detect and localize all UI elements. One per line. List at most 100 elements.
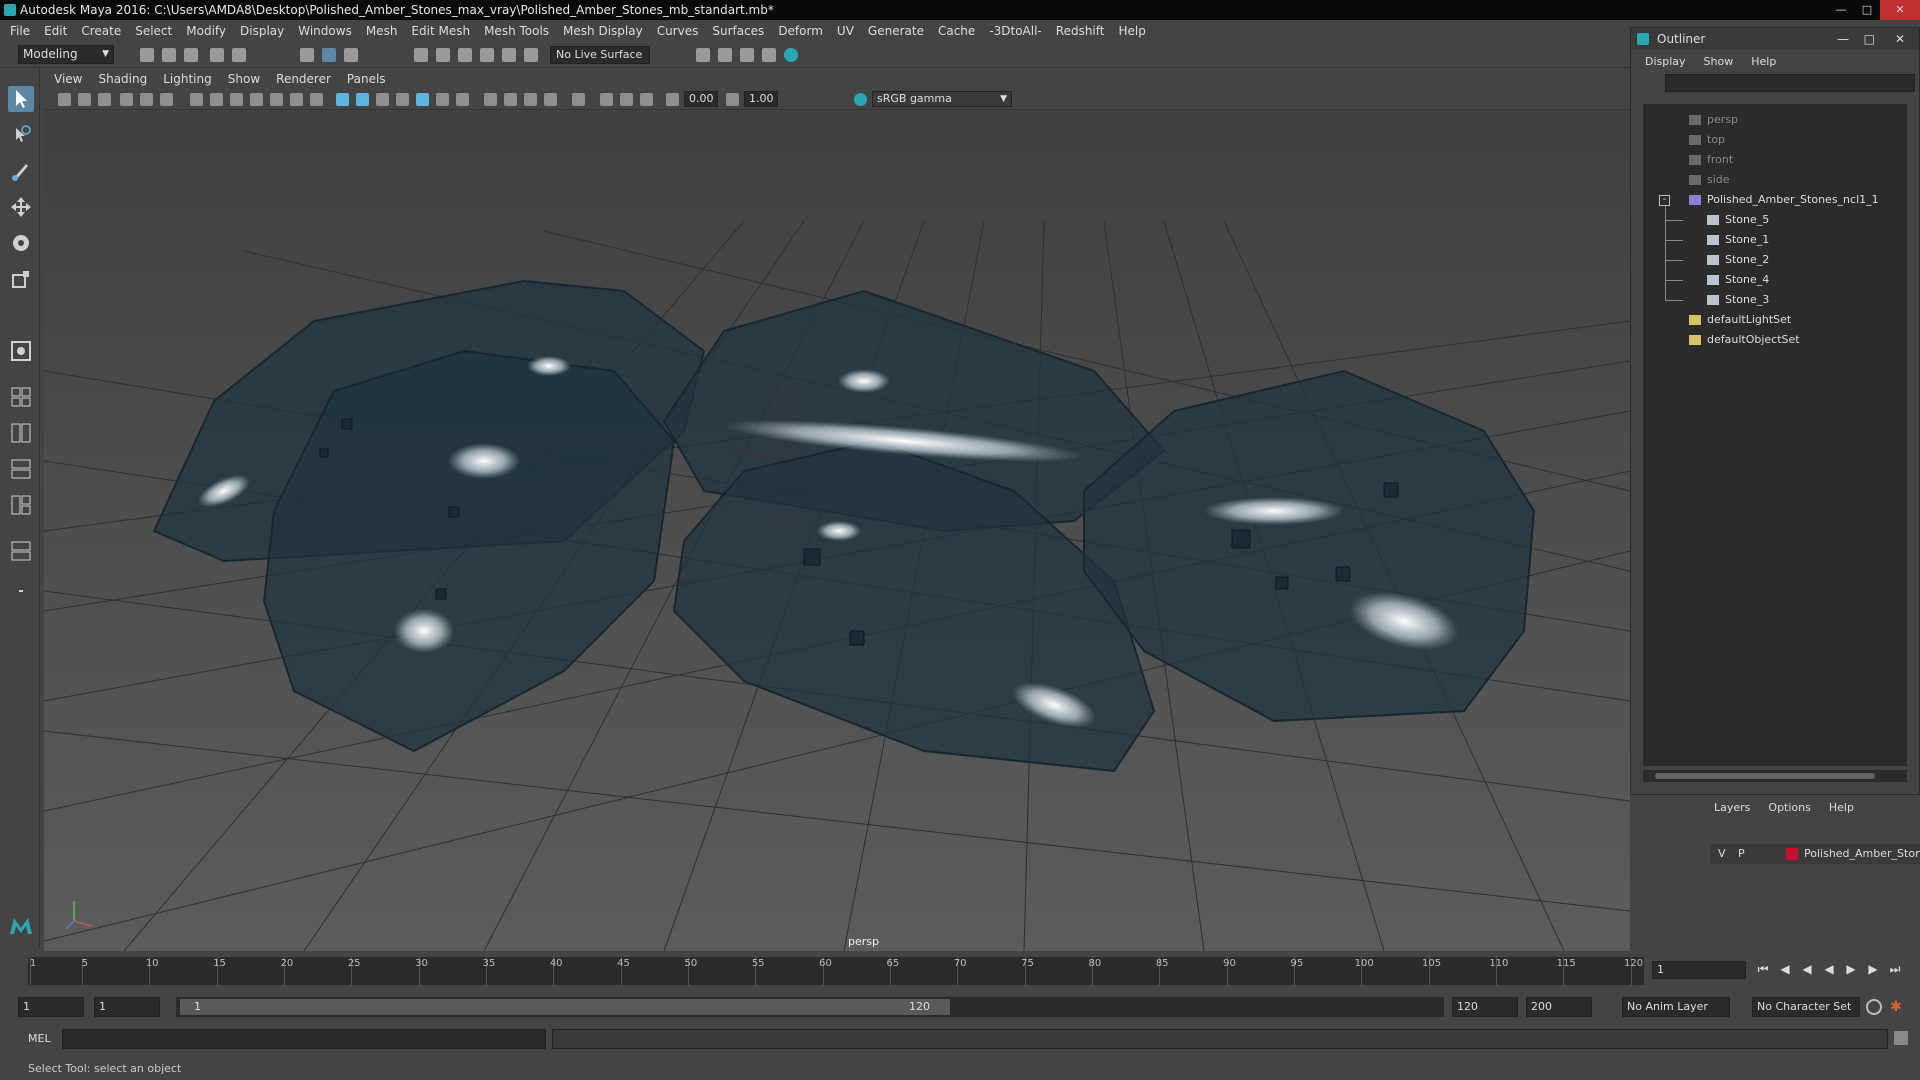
snap-surface-icon[interactable]: [502, 48, 516, 62]
maximize-icon[interactable]: □: [1864, 28, 1875, 50]
outliner-item[interactable]: persp: [1643, 110, 1907, 130]
play-back-icon[interactable]: ◀: [1822, 962, 1836, 976]
exposure-field[interactable]: 0.00: [684, 91, 718, 107]
minimize-icon[interactable]: —: [1837, 28, 1849, 50]
command-language-label[interactable]: MEL: [28, 1032, 51, 1045]
minimize-icon[interactable]: —: [1828, 0, 1854, 20]
close-icon[interactable]: ✕: [1880, 0, 1920, 20]
layer-menu-options[interactable]: Options: [1768, 801, 1810, 814]
range-slider-thumb[interactable]: 1 120: [180, 999, 950, 1015]
render-frame-icon[interactable]: [718, 48, 732, 62]
grease-pencil-icon[interactable]: [160, 93, 173, 106]
menu-surfaces[interactable]: Surfaces: [712, 24, 764, 38]
anti-alias-icon[interactable]: [524, 93, 537, 106]
menu-deform[interactable]: Deform: [778, 24, 823, 38]
open-scene-icon[interactable]: [162, 48, 176, 62]
collapse-icon[interactable]: [8, 578, 34, 604]
camera-select-icon[interactable]: [58, 93, 71, 106]
menu-set-dropdown[interactable]: Modeling ▼: [18, 45, 114, 64]
field-chart-icon[interactable]: [270, 93, 283, 106]
play-forward-icon[interactable]: ▶: [1844, 962, 1858, 976]
xray-joints-icon[interactable]: [600, 93, 613, 106]
scale-tool-icon[interactable]: [8, 266, 34, 292]
menu-create[interactable]: Create: [81, 24, 121, 38]
menu-windows[interactable]: Windows: [298, 24, 352, 38]
xray-active-icon[interactable]: [620, 93, 633, 106]
isolate-select-icon[interactable]: [572, 93, 585, 106]
playback-start-field[interactable]: 1: [94, 997, 160, 1017]
lasso-tool-icon[interactable]: [8, 122, 34, 148]
gamma-field[interactable]: 1.00: [744, 91, 778, 107]
perspective-viewport[interactable]: persp: [44, 111, 1630, 951]
hypershade-icon[interactable]: [762, 48, 776, 62]
layer-menu-help[interactable]: Help: [1829, 801, 1854, 814]
current-frame-field[interactable]: 1: [1652, 961, 1746, 979]
outliner-menu-display[interactable]: Display: [1645, 55, 1686, 68]
outliner-item[interactable]: Stone_2: [1643, 250, 1907, 270]
gate-mask-icon[interactable]: [250, 93, 263, 106]
menu-help[interactable]: Help: [1118, 24, 1145, 38]
paint-select-tool-icon[interactable]: [8, 158, 34, 184]
image-plane-icon[interactable]: [120, 93, 133, 106]
menu-display[interactable]: Display: [240, 24, 284, 38]
bookmark-icon[interactable]: [98, 93, 111, 106]
layout-two-side-icon[interactable]: [8, 420, 34, 446]
layout-graph-icon[interactable]: [8, 492, 34, 518]
viewport-menu-view[interactable]: View: [54, 72, 82, 86]
snap-view-icon[interactable]: [480, 48, 494, 62]
layer-playback-toggle[interactable]: P: [1738, 844, 1745, 864]
safe-action-icon[interactable]: [290, 93, 303, 106]
outliner-item[interactable]: side: [1643, 170, 1907, 190]
outliner-search-input[interactable]: [1665, 74, 1915, 92]
select-object-icon[interactable]: [322, 48, 336, 62]
viewport-menu-panels[interactable]: Panels: [347, 72, 386, 86]
outliner-item[interactable]: defaultLightSet: [1643, 310, 1907, 330]
time-ruler[interactable]: 1 5 10 15 20 25 30 35 40 45 50 55 60 65 70 75 80 85 90 95 10…: [28, 957, 1644, 985]
step-back-key-icon[interactable]: ◀: [1778, 962, 1792, 976]
menu-uv[interactable]: UV: [837, 24, 854, 38]
menu-redshift[interactable]: Redshift: [1056, 24, 1105, 38]
live-surface-field[interactable]: No Live Surface: [550, 46, 650, 64]
layout-single-icon[interactable]: [8, 338, 34, 364]
menu-mesh-tools[interactable]: Mesh Tools: [484, 24, 549, 38]
outliner-item[interactable]: Polished_Amber_Stones_ncl1_1: [1643, 190, 1907, 210]
menu-select[interactable]: Select: [135, 24, 172, 38]
shadows-icon[interactable]: [436, 93, 449, 106]
select-tool-icon[interactable]: [8, 86, 34, 112]
xray-icon[interactable]: [456, 93, 469, 106]
new-scene-icon[interactable]: [140, 48, 154, 62]
smooth-shade-icon[interactable]: [356, 93, 369, 106]
menu-mesh[interactable]: Mesh: [366, 24, 398, 38]
playback-end-field[interactable]: 120: [1452, 997, 1518, 1017]
command-input[interactable]: [62, 1029, 546, 1049]
menu--3dtoall-[interactable]: -3DtoAll-: [989, 24, 1041, 38]
script-editor-icon[interactable]: [1894, 1031, 1908, 1045]
grid-icon[interactable]: [190, 93, 203, 106]
resolution-gate-icon[interactable]: [230, 93, 243, 106]
layer-color-swatch[interactable]: [1786, 848, 1798, 860]
menu-curves[interactable]: Curves: [657, 24, 699, 38]
anim-layer-dropdown[interactable]: No Anim Layer: [1622, 997, 1730, 1017]
preferences-icon[interactable]: ✱: [1890, 999, 1902, 1015]
viewport-menu-show[interactable]: Show: [228, 72, 260, 86]
character-set-dropdown[interactable]: No Character Set: [1752, 997, 1860, 1017]
view-transform-dropdown[interactable]: sRGB gamma ▼: [872, 91, 1012, 107]
select-component-icon[interactable]: [344, 48, 358, 62]
step-forward-frame-icon[interactable]: ▶: [1866, 962, 1880, 976]
backface-icon[interactable]: [640, 93, 653, 106]
layout-four-icon[interactable]: [8, 384, 34, 410]
camera-attributes-icon[interactable]: [78, 93, 91, 106]
menu-file[interactable]: File: [10, 24, 30, 38]
save-scene-icon[interactable]: [184, 48, 198, 62]
outliner-item[interactable]: Stone_3: [1643, 290, 1907, 310]
depth-of-field-icon[interactable]: [544, 93, 557, 106]
layer-menu-layers[interactable]: Layers: [1714, 801, 1750, 814]
snap-curve-icon[interactable]: [436, 48, 450, 62]
maximize-icon[interactable]: □: [1854, 0, 1880, 20]
outliner-menu-show[interactable]: Show: [1704, 55, 1734, 68]
motion-blur-icon[interactable]: [504, 93, 517, 106]
snap-point-icon[interactable]: [458, 48, 472, 62]
outliner-horizontal-scrollbar[interactable]: [1643, 770, 1907, 782]
outliner-item[interactable]: defaultObjectSet: [1643, 330, 1907, 350]
outliner-item[interactable]: Stone_5: [1643, 210, 1907, 230]
